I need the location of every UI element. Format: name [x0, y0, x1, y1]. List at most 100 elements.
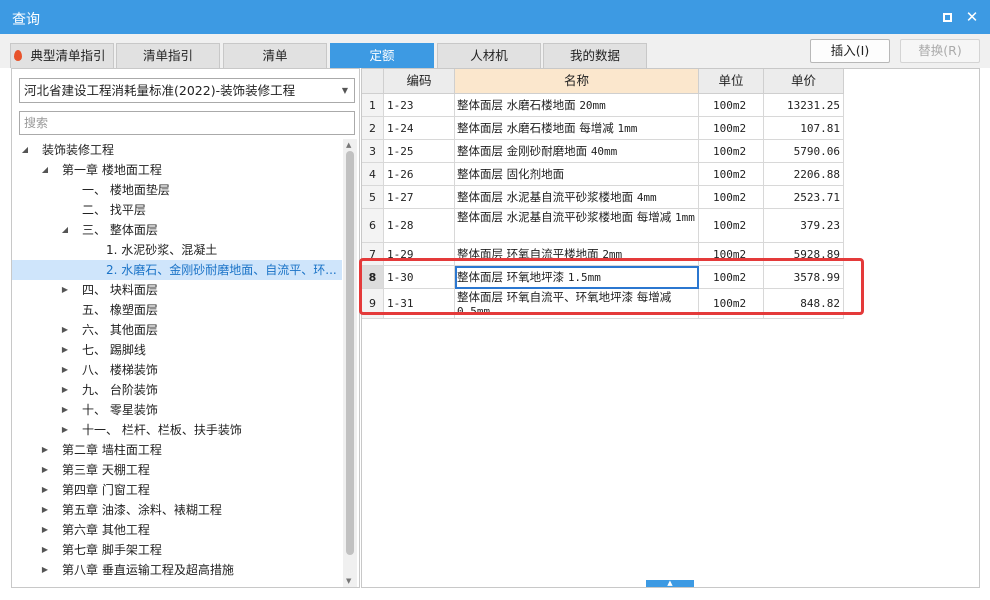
scrollbar-thumb[interactable]: [346, 151, 354, 555]
price-cell[interactable]: 13231.25: [764, 94, 844, 117]
row-number[interactable]: 9: [362, 289, 384, 319]
collapsed-arrow-icon[interactable]: ▶: [60, 320, 70, 340]
tree-node[interactable]: ▶ 十、 零星装饰: [12, 400, 342, 420]
code-cell[interactable]: 1-28: [384, 209, 455, 243]
expanded-arrow-icon[interactable]: ◢: [40, 160, 50, 180]
collapsed-arrow-icon[interactable]: ▶: [40, 540, 50, 560]
scroll-up-icon[interactable]: ▲: [346, 141, 351, 149]
tree-scrollbar[interactable]: ▲ ▼: [343, 139, 357, 587]
tab-my-data[interactable]: 我的数据: [543, 43, 647, 68]
tree-node[interactable]: ▶ 十一、 栏杆、栏板、扶手装饰: [12, 420, 342, 440]
unit-cell[interactable]: 100m2: [699, 186, 764, 209]
row-number[interactable]: 8: [362, 266, 384, 289]
tree-node[interactable]: 1. 水泥砂浆、混凝土: [12, 240, 342, 260]
code-cell[interactable]: 1-29: [384, 243, 455, 266]
column-header-unit[interactable]: 单位: [699, 69, 764, 94]
column-header-code[interactable]: 编码: [384, 69, 455, 94]
price-cell[interactable]: 5928.89: [764, 243, 844, 266]
collapsed-arrow-icon[interactable]: ▶: [40, 560, 50, 580]
name-cell[interactable]: 整体面层 水泥基自流平砂浆楼地面 4mm: [455, 186, 699, 209]
row-number[interactable]: 5: [362, 186, 384, 209]
unit-cell[interactable]: 100m2: [699, 140, 764, 163]
name-cell[interactable]: 整体面层 水泥基自流平砂浆楼地面 每增减 1mm: [455, 209, 699, 243]
scroll-down-icon[interactable]: ▼: [346, 577, 351, 585]
replace-button[interactable]: 替换(R): [900, 39, 980, 63]
row-number[interactable]: 6: [362, 209, 384, 243]
code-cell[interactable]: 1-30: [384, 266, 455, 289]
code-cell[interactable]: 1-24: [384, 117, 455, 140]
collapsed-arrow-icon[interactable]: ▶: [60, 400, 70, 420]
collapsed-arrow-icon[interactable]: ▶: [60, 280, 70, 300]
code-cell[interactable]: 1-23: [384, 94, 455, 117]
tree-node[interactable]: ▶ 第六章 其他工程: [12, 520, 342, 540]
name-cell[interactable]: 整体面层 环氧自流平楼地面 2mm: [455, 243, 699, 266]
code-cell[interactable]: 1-31: [384, 289, 455, 319]
tab-labor-material-machine[interactable]: 人材机: [437, 43, 541, 68]
collapsed-arrow-icon[interactable]: ▶: [40, 440, 50, 460]
column-header-price[interactable]: 单价: [764, 69, 844, 94]
collapsed-arrow-icon[interactable]: ▶: [40, 520, 50, 540]
tree-node[interactable]: ▶ 八、 楼梯装饰: [12, 360, 342, 380]
tree-node[interactable]: ▶ 七、 踢脚线: [12, 340, 342, 360]
tree-node[interactable]: ▶ 六、 其他面层: [12, 320, 342, 340]
code-cell[interactable]: 1-25: [384, 140, 455, 163]
tree-node[interactable]: ▶ 九、 台阶装饰: [12, 380, 342, 400]
collapsed-arrow-icon[interactable]: ▶: [40, 460, 50, 480]
name-cell[interactable]: 整体面层 环氧自流平、环氧地坪漆 每增减 0.5mm: [455, 289, 699, 319]
tree-node[interactable]: ◢ 装饰装修工程: [12, 140, 342, 160]
close-icon[interactable]: ✕: [962, 7, 982, 27]
row-number[interactable]: 3: [362, 140, 384, 163]
price-cell[interactable]: 5790.06: [764, 140, 844, 163]
tree-node[interactable]: ▶ 第五章 油漆、涂料、裱糊工程: [12, 500, 342, 520]
unit-cell[interactable]: 100m2: [699, 94, 764, 117]
name-cell[interactable]: 整体面层 水磨石楼地面 20mm: [455, 94, 699, 117]
price-cell[interactable]: 107.81: [764, 117, 844, 140]
row-number[interactable]: 4: [362, 163, 384, 186]
unit-cell[interactable]: 100m2: [699, 266, 764, 289]
expanded-arrow-icon[interactable]: ◢: [20, 140, 30, 160]
row-number[interactable]: 2: [362, 117, 384, 140]
code-cell[interactable]: 1-26: [384, 163, 455, 186]
price-cell[interactable]: 3578.99: [764, 266, 844, 289]
collapsed-arrow-icon[interactable]: ▶: [60, 420, 70, 440]
tree-node[interactable]: 一、 楼地面垫层: [12, 180, 342, 200]
tree-node[interactable]: ▶ 第四章 门窗工程: [12, 480, 342, 500]
name-cell[interactable]: 整体面层 环氧地坪漆 1.5mm: [455, 266, 699, 289]
collapsed-arrow-icon[interactable]: ▶: [60, 380, 70, 400]
collapsed-arrow-icon[interactable]: ▶: [40, 480, 50, 500]
maximize-icon[interactable]: [937, 7, 957, 27]
unit-cell[interactable]: 100m2: [699, 209, 764, 243]
collapsed-arrow-icon[interactable]: ▶: [60, 340, 70, 360]
panel-splitter-handle[interactable]: ▲: [646, 580, 694, 587]
tree-node[interactable]: ▶ 第三章 天棚工程: [12, 460, 342, 480]
name-cell[interactable]: 整体面层 水磨石楼地面 每增减 1mm: [455, 117, 699, 140]
collapsed-arrow-icon[interactable]: ▶: [40, 500, 50, 520]
tree-node[interactable]: ◢ 三、 整体面层: [12, 220, 342, 240]
unit-cell[interactable]: 100m2: [699, 243, 764, 266]
tab-quota[interactable]: 定额: [330, 43, 434, 68]
tab-list[interactable]: 清单: [223, 43, 327, 68]
tree-node[interactable]: ▶ 第七章 脚手架工程: [12, 540, 342, 560]
price-cell[interactable]: 2523.71: [764, 186, 844, 209]
price-cell[interactable]: 2206.88: [764, 163, 844, 186]
tab-typical-list-guide[interactable]: 典型清单指引: [10, 43, 114, 68]
tree-node[interactable]: 2. 水磨石、金刚砂耐磨地面、自流平、环...: [12, 260, 342, 280]
column-header-name[interactable]: 名称: [455, 69, 699, 94]
name-cell[interactable]: 整体面层 固化剂地面: [455, 163, 699, 186]
name-cell[interactable]: 整体面层 金刚砂耐磨地面 40mm: [455, 140, 699, 163]
unit-cell[interactable]: 100m2: [699, 289, 764, 319]
tree-node[interactable]: ◢ 第一章 楼地面工程: [12, 160, 342, 180]
tab-list-guide[interactable]: 清单指引: [116, 43, 220, 68]
search-input[interactable]: [19, 111, 355, 135]
tree-node[interactable]: ▶ 第二章 墙柱面工程: [12, 440, 342, 460]
insert-button[interactable]: 插入(I): [810, 39, 890, 63]
unit-cell[interactable]: 100m2: [699, 163, 764, 186]
collapsed-arrow-icon[interactable]: ▶: [60, 360, 70, 380]
tree-node[interactable]: 五、 橡塑面层: [12, 300, 342, 320]
standard-select[interactable]: 河北省建设工程消耗量标准(2022)-装饰装修工程 ▼: [19, 78, 355, 103]
code-cell[interactable]: 1-27: [384, 186, 455, 209]
expanded-arrow-icon[interactable]: ◢: [60, 220, 70, 240]
row-number[interactable]: 1: [362, 94, 384, 117]
tree-node[interactable]: ▶ 第八章 垂直运输工程及超高措施: [12, 560, 342, 580]
tree-node[interactable]: 二、 找平层: [12, 200, 342, 220]
